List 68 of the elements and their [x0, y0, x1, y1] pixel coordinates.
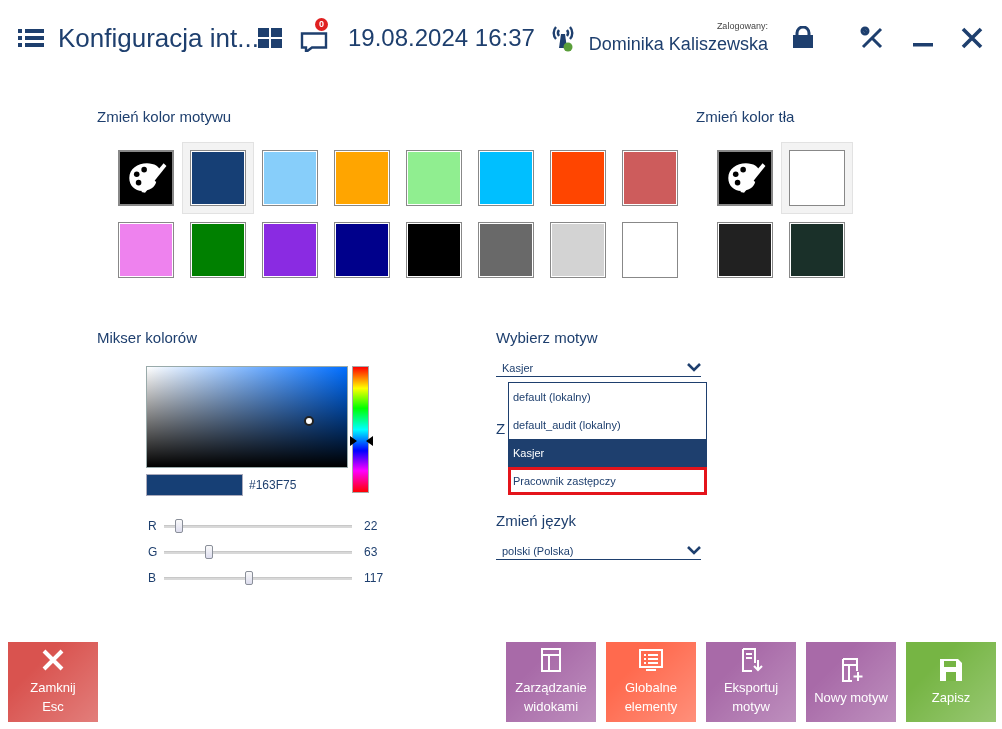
logged-in-label: Zalogowany: [716, 21, 768, 31]
action-button[interactable]: Nowy motyw [806, 642, 896, 722]
color-swatch[interactable] [190, 150, 246, 206]
channel-label: R [148, 519, 158, 533]
section-label: Zmień kolor tła [696, 108, 795, 125]
document-plus-icon [839, 657, 863, 682]
dropdown-value: polski (Polska) [502, 544, 574, 557]
section-label: Zmień kolor motywu [97, 108, 232, 125]
color-swatch[interactable] [478, 150, 534, 206]
section-label: Mikser kolorów [97, 329, 199, 346]
color-swatch[interactable] [406, 222, 462, 278]
document-icon [739, 648, 763, 672]
lock-icon[interactable] [790, 26, 815, 50]
notification-badge: 0 [315, 18, 328, 31]
section-label: Wybierz motyw [496, 329, 599, 346]
color-swatch[interactable] [622, 150, 678, 206]
dropdown[interactable]: Kasjer [496, 359, 701, 377]
hex-value: #163F75 [249, 478, 297, 492]
color-swatch[interactable] [262, 222, 318, 278]
chevron-down-icon [687, 546, 701, 555]
close-button[interactable]: Zamknij Esc [8, 642, 98, 722]
close-icon [41, 648, 65, 672]
save-icon [939, 657, 963, 682]
dropdown[interactable]: polski (Polska) [496, 542, 701, 560]
color-swatch[interactable] [550, 150, 606, 206]
dropdown-option[interactable]: default_audit (lokalny) [509, 411, 706, 439]
color-swatch[interactable] [717, 222, 773, 278]
user-name: Dominika Kaliszewska [588, 34, 768, 55]
palette-icon[interactable] [717, 150, 773, 206]
dropdown-option[interactable]: Pracownik zastępczy [508, 467, 707, 495]
chevron-down-icon [687, 363, 701, 372]
color-swatch[interactable] [334, 150, 390, 206]
section-label: Zmień język [496, 512, 578, 529]
window-title: Konfiguracja int... [58, 22, 258, 54]
dropdown-option[interactable]: Kasjer [509, 439, 706, 467]
picker-handle[interactable] [304, 416, 315, 427]
channel-value: 22 [364, 519, 379, 533]
color-swatch[interactable] [406, 150, 462, 206]
dropdown-value: Kasjer [502, 361, 534, 374]
color-swatch[interactable] [622, 222, 678, 278]
layout-icon [539, 648, 563, 672]
message-icon[interactable] [300, 32, 328, 52]
channel-label: G [148, 545, 159, 559]
color-swatch[interactable] [262, 150, 318, 206]
close-icon[interactable] [959, 26, 984, 50]
tools-icon[interactable] [859, 26, 884, 50]
color-swatch[interactable] [550, 222, 606, 278]
channel-value: 117 [364, 571, 385, 585]
color-swatch[interactable] [118, 222, 174, 278]
list-icon [639, 648, 663, 672]
color-picker-area[interactable] [146, 366, 348, 468]
palette-icon[interactable] [118, 150, 174, 206]
dropdown-option[interactable]: default (lokalny) [509, 383, 706, 411]
slider-thumb[interactable] [205, 544, 214, 559]
menu-icon[interactable] [18, 27, 44, 49]
color-swatch[interactable] [190, 222, 246, 278]
color-swatch[interactable] [789, 150, 845, 206]
slider-thumb[interactable] [245, 570, 254, 585]
antenna-icon [550, 24, 575, 52]
color-swatch[interactable] [789, 222, 845, 278]
channel-label: B [148, 571, 157, 585]
channel-value: 63 [364, 545, 379, 559]
color-swatch[interactable] [478, 222, 534, 278]
slider-thumb[interactable] [175, 518, 184, 533]
grid-icon[interactable] [258, 28, 282, 48]
color-swatch[interactable] [334, 222, 390, 278]
date-time: 19.08.2024 16:37 [348, 24, 535, 52]
section-label: Z [496, 420, 507, 439]
